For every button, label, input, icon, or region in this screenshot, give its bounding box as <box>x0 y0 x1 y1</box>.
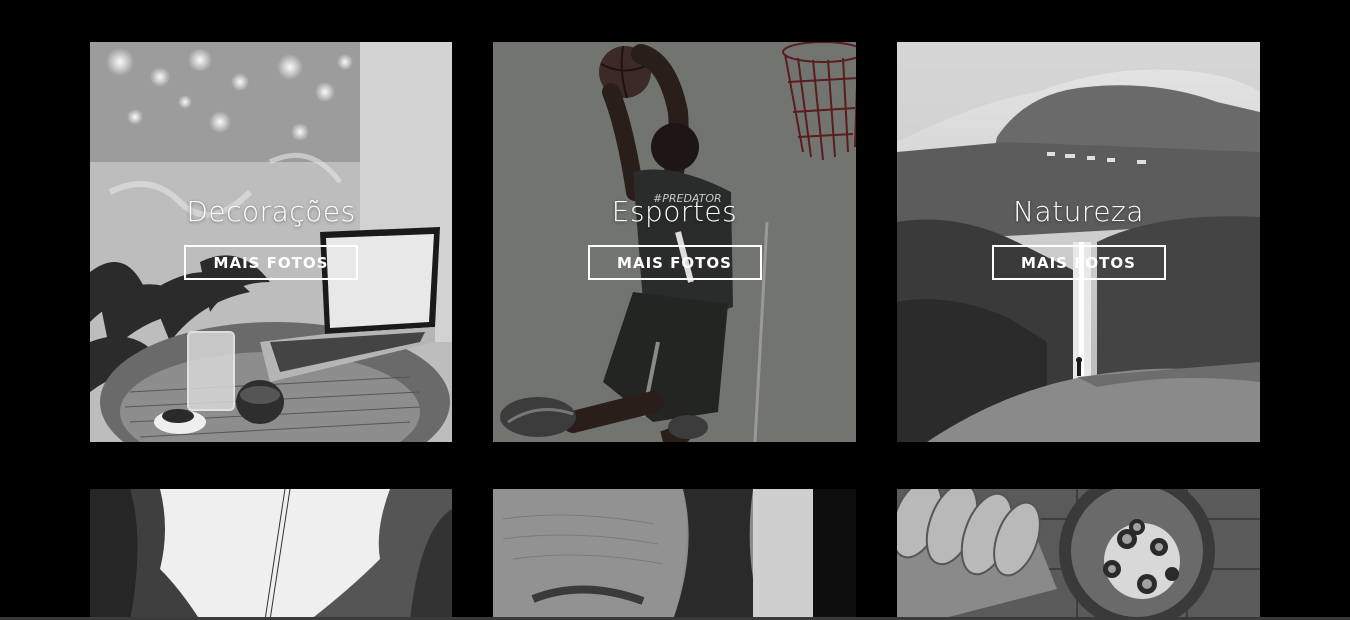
tile-title: Decorações <box>186 195 356 228</box>
tile-title: Esportes <box>611 195 738 228</box>
food-bread-bowl-photo <box>897 489 1260 620</box>
more-photos-button[interactable]: MAIS FOTOS <box>587 245 762 280</box>
gallery-tile-esportes[interactable]: #PREDATOR Esportes MAIS FOTOS <box>493 42 856 442</box>
face-closeup-photo <box>493 489 856 620</box>
gallery-tile-forest[interactable] <box>90 489 452 620</box>
gallery-page: Decorações MAIS FOTOS #PREDATOR Esportes… <box>0 0 1350 620</box>
gallery-tile-decoracoes[interactable]: Decorações MAIS FOTOS <box>90 42 452 442</box>
more-photos-button[interactable]: MAIS FOTOS <box>991 245 1166 280</box>
gallery-tile-natureza[interactable]: Natureza MAIS FOTOS <box>897 42 1260 442</box>
gallery-tile-portrait[interactable] <box>493 489 856 620</box>
tile-overlay: Decorações MAIS FOTOS <box>90 194 452 280</box>
gallery-tile-food[interactable] <box>897 489 1260 620</box>
misty-forest-photo <box>90 489 452 620</box>
tile-title: Natureza <box>1013 195 1144 228</box>
tile-overlay: Natureza MAIS FOTOS <box>897 194 1260 280</box>
more-photos-button[interactable]: MAIS FOTOS <box>184 245 358 280</box>
tile-overlay: Esportes MAIS FOTOS <box>493 194 856 280</box>
